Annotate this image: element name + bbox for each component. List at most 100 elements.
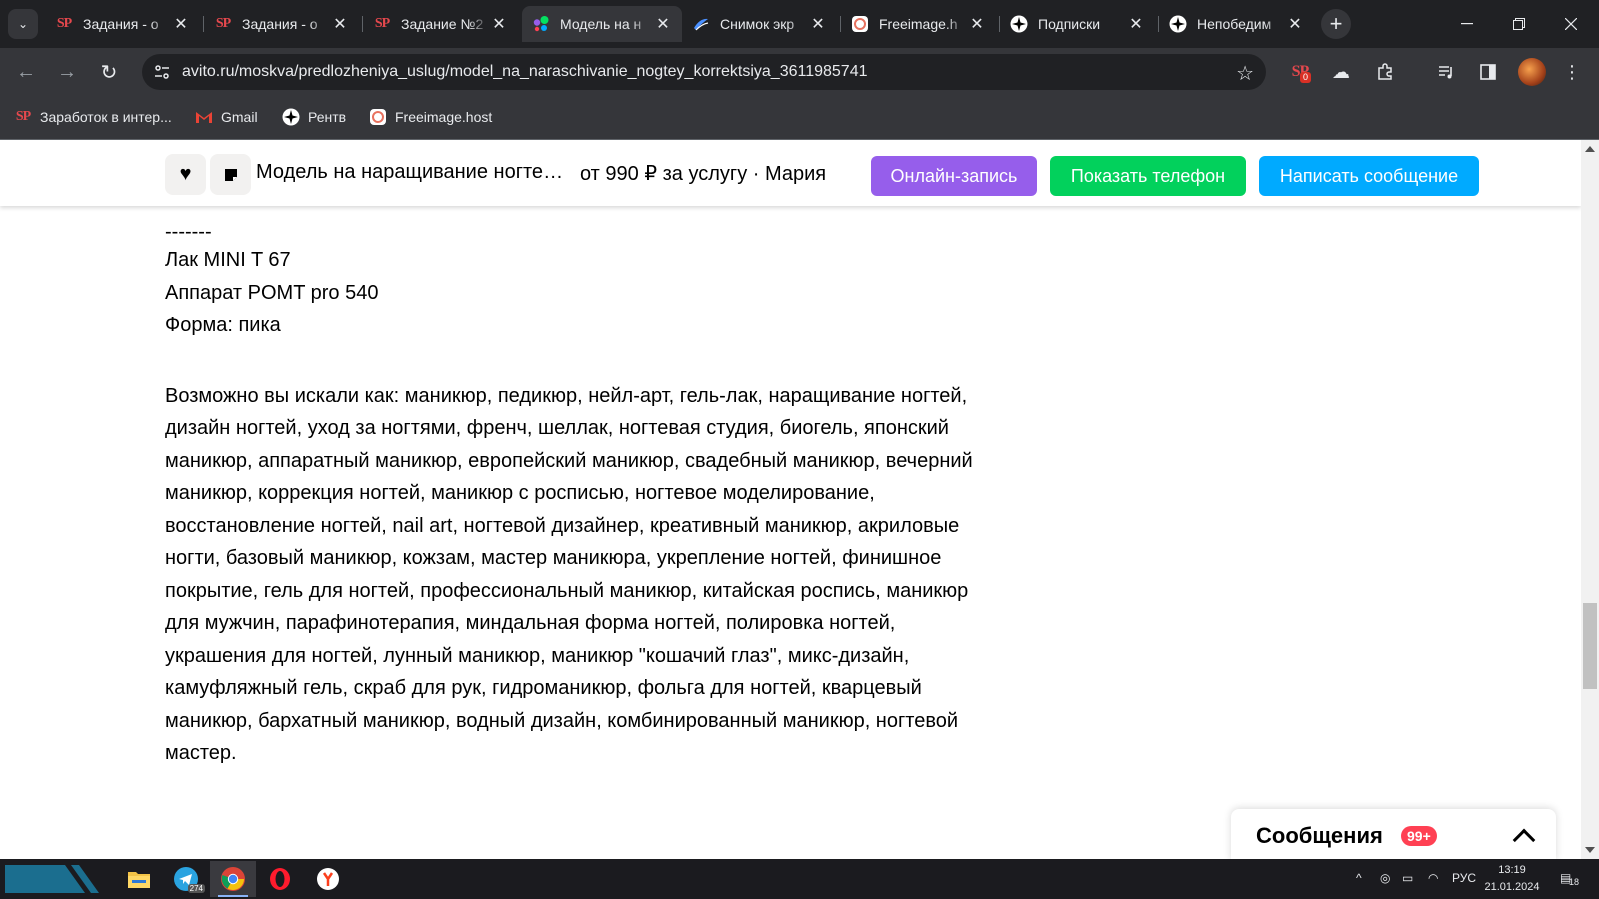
- taskbar-opera[interactable]: [257, 861, 303, 897]
- scroll-up-arrow[interactable]: [1585, 146, 1595, 152]
- tray-language[interactable]: РУС: [1452, 871, 1476, 885]
- arrow-right-icon: →: [57, 60, 77, 83]
- taskbar-chrome[interactable]: [210, 861, 256, 897]
- minimize-icon: [1461, 23, 1473, 25]
- sparkle-icon: [282, 108, 300, 126]
- sparkle-icon: [1169, 15, 1187, 33]
- taskbar-telegram[interactable]: 274: [163, 861, 209, 897]
- bookmarks-bar: SP Заработок в интер... Gmail Рентв Free…: [0, 96, 1599, 140]
- scroll-down-arrow[interactable]: [1585, 847, 1595, 853]
- sp-logo-icon: SP: [374, 16, 390, 31]
- forward-button[interactable]: →: [51, 56, 83, 88]
- close-icon[interactable]: ✕: [809, 15, 827, 33]
- windows-logo-icon: [5, 865, 99, 893]
- side-panel-icon: [1480, 64, 1496, 80]
- sticky-price-seller: от 990 ₽ за услугу · Мария: [580, 163, 827, 185]
- messages-badge: 99+: [1401, 826, 1437, 846]
- new-tab-button[interactable]: +: [1321, 9, 1351, 39]
- sticky-price: от 990 ₽ за услугу: [580, 163, 748, 185]
- bookmark-zarabotok[interactable]: SP Заработок в интер...: [14, 108, 172, 126]
- tab-screenshot[interactable]: Снимок экр ✕: [682, 6, 837, 42]
- write-message-button[interactable]: Написать сообщение: [1259, 156, 1479, 196]
- media-control-button[interactable]: [1434, 60, 1458, 84]
- reload-button[interactable]: ↻: [93, 56, 125, 88]
- messages-title: Сообщения: [1256, 823, 1383, 848]
- scroll-thumb[interactable]: [1583, 603, 1597, 689]
- notification-center-icon[interactable]: ▤ 18: [1560, 871, 1579, 887]
- heart-icon: ♥: [179, 163, 192, 185]
- tab-title: Непобедим: [1197, 16, 1272, 32]
- description-line: Лак MINI T 67: [165, 249, 291, 271]
- close-window-button[interactable]: [1545, 0, 1597, 48]
- tab-zadanie-2[interactable]: SP Задание №2 ✕: [363, 6, 518, 42]
- taskbar-clock[interactable]: 13:19 21.01.2024: [1482, 862, 1542, 896]
- online-booking-button[interactable]: Онлайн-запись: [871, 156, 1037, 196]
- clock-time: 13:19: [1498, 864, 1526, 876]
- bookmark-label: Рентв: [308, 109, 347, 125]
- arrow-left-icon: ←: [16, 60, 36, 83]
- tab-search-button[interactable]: ⌄: [8, 9, 38, 39]
- side-panel-button[interactable]: [1476, 60, 1500, 84]
- minimize-button[interactable]: [1441, 0, 1493, 48]
- tray-vpn-icon[interactable]: ◎: [1380, 871, 1390, 885]
- gmail-icon: [195, 108, 213, 126]
- notification-count: 18: [1569, 877, 1580, 887]
- chevron-up-icon[interactable]: [1512, 828, 1536, 852]
- vpn-extension-button[interactable]: ☁: [1329, 60, 1353, 84]
- taskbar-file-explorer[interactable]: [116, 861, 162, 897]
- site-settings-icon[interactable]: [152, 62, 172, 82]
- tray-chevron-up-icon[interactable]: ^: [1356, 871, 1362, 885]
- bookmark-label: Gmail: [221, 109, 258, 125]
- tab-zadaniya-1[interactable]: SP Задания - о ✕: [45, 6, 200, 42]
- browser-toolbar: ← → ↻ avito.ru/moskva/predlozheniya_uslu…: [0, 48, 1599, 96]
- clock-date: 21.01.2024: [1484, 881, 1540, 893]
- close-icon[interactable]: ✕: [490, 15, 508, 33]
- chrome-icon: [221, 867, 245, 891]
- tab-nepobedim[interactable]: Непобедим ✕: [1159, 6, 1314, 42]
- address-bar[interactable]: avito.ru/moskva/predlozheniya_uslug/mode…: [142, 54, 1266, 90]
- chrome-menu-button[interactable]: ⋮: [1560, 60, 1584, 84]
- note-button[interactable]: [210, 154, 251, 195]
- restore-button[interactable]: [1493, 0, 1545, 48]
- tab-avito-active[interactable]: Модель на н ✕: [522, 6, 682, 42]
- tab-podpiski[interactable]: Подписки ✕: [1000, 6, 1155, 42]
- reload-icon: ↻: [100, 61, 118, 84]
- chevron-down-icon: ⌄: [17, 17, 29, 31]
- bookmark-gmail[interactable]: Gmail: [195, 108, 258, 126]
- tab-zadaniya-2[interactable]: SP Задания - о ✕: [204, 6, 359, 42]
- page-viewport: ------- Лак MINI T 67 Аппарат POMT pro 5…: [0, 140, 1599, 859]
- tab-freeimage[interactable]: Freeimage.h ✕: [841, 6, 996, 42]
- sticky-ad-title: Модель на наращивание ногтей, коррекция: [256, 161, 566, 183]
- sp-extension-button[interactable]: SP 0: [1288, 60, 1312, 84]
- tab-title: Freeimage.h: [879, 16, 958, 32]
- profile-avatar[interactable]: [1518, 58, 1546, 86]
- extensions-button[interactable]: [1373, 60, 1397, 84]
- close-icon[interactable]: ✕: [654, 15, 672, 33]
- back-button[interactable]: ←: [10, 56, 42, 88]
- tab-title: Модель на н: [560, 16, 642, 32]
- favorite-button[interactable]: ♥: [165, 154, 206, 195]
- bookmark-rentv[interactable]: Рентв: [282, 108, 346, 126]
- battery-icon[interactable]: ▭: [1402, 871, 1413, 885]
- sp-logo-icon: SP: [15, 109, 31, 124]
- sticky-seller: Мария: [764, 163, 827, 185]
- start-button[interactable]: [5, 865, 109, 893]
- show-phone-button[interactable]: Показать телефон: [1050, 156, 1246, 196]
- url-text[interactable]: avito.ru/moskva/predlozheniya_uslug/mode…: [182, 63, 867, 81]
- bookmark-star-icon[interactable]: ☆: [1236, 61, 1254, 86]
- wifi-icon[interactable]: ◠: [1428, 871, 1438, 885]
- close-icon[interactable]: ✕: [1286, 15, 1304, 33]
- close-icon[interactable]: ✕: [1127, 15, 1145, 33]
- close-icon[interactable]: ✕: [172, 15, 190, 33]
- close-icon[interactable]: ✕: [968, 15, 986, 33]
- extension-badge: 0: [1300, 72, 1312, 83]
- page-scrollbar[interactable]: [1581, 140, 1599, 859]
- close-icon[interactable]: ✕: [331, 15, 349, 33]
- sp-logo-icon: SP: [215, 16, 231, 31]
- bookmark-freeimage[interactable]: Freeimage.host: [369, 108, 492, 126]
- folder-icon: [128, 872, 150, 888]
- more-vert-icon: ⋮: [1563, 61, 1581, 82]
- messages-widget[interactable]: Сообщения 99+: [1231, 809, 1556, 859]
- taskbar-yandex[interactable]: [305, 861, 351, 897]
- avito-logo-icon: [532, 15, 550, 33]
